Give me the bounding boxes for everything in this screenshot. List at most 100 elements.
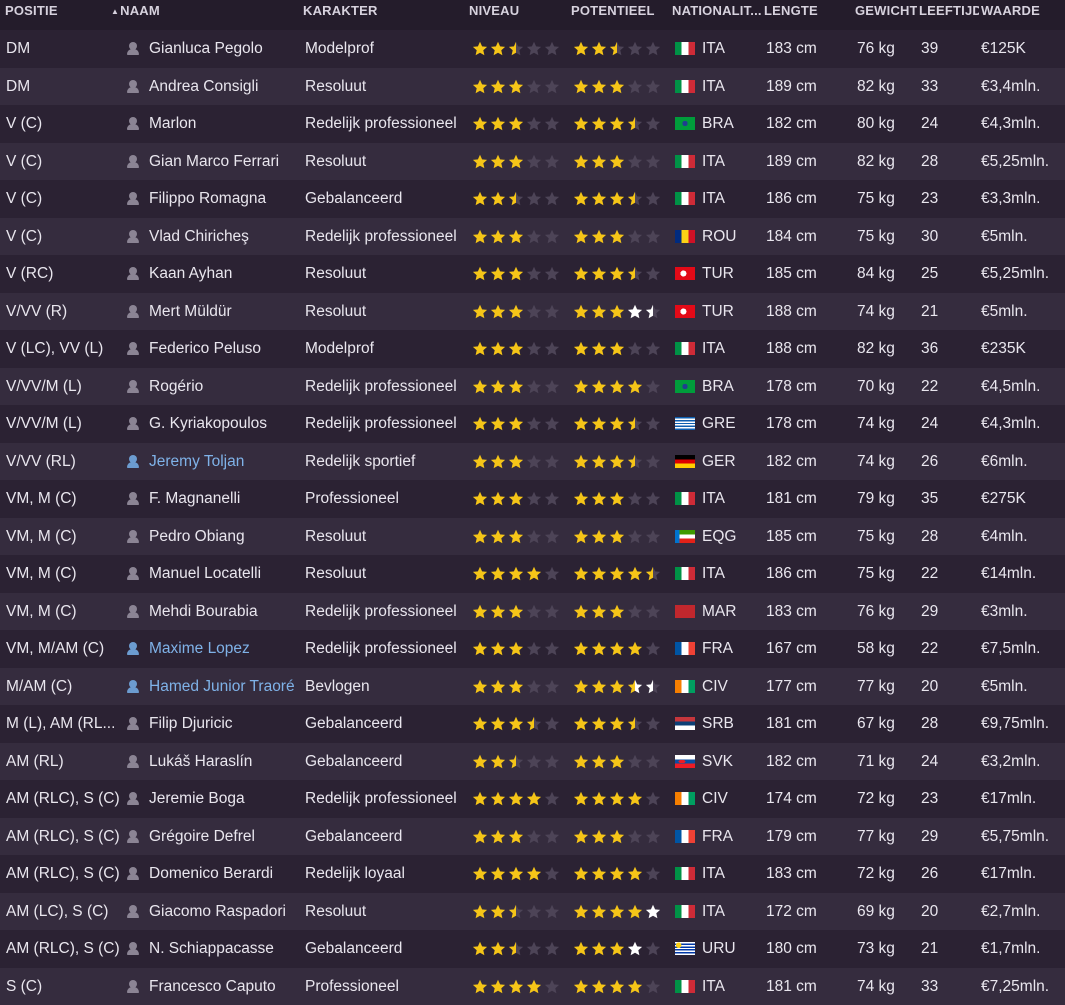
- star-icon: [574, 342, 588, 356]
- player-position: V (C): [6, 180, 121, 218]
- table-row[interactable]: V (C)MarlonRedelijk professioneelBRA182 …: [0, 105, 1065, 143]
- player-weight: 75 kg: [857, 518, 917, 556]
- table-row[interactable]: V/VV (RL)Jeremy ToljanRedelijk sportiefG…: [0, 443, 1065, 481]
- player-name[interactable]: Jeremie Boga: [149, 780, 301, 818]
- star-icon: [628, 605, 642, 619]
- player-personality: Redelijk professioneel: [305, 780, 470, 818]
- star-icon: [509, 605, 523, 619]
- table-row[interactable]: VM, M (C)Manuel LocatelliResoluutITA186 …: [0, 555, 1065, 593]
- player-name[interactable]: Francesco Caputo: [149, 968, 301, 1005]
- potential-rating: [573, 143, 668, 181]
- player-avatar-cell: [127, 555, 141, 593]
- potential-rating: [573, 368, 668, 406]
- player-name[interactable]: Gian Marco Ferrari: [149, 143, 301, 181]
- player-height: 188 cm: [766, 293, 846, 331]
- player-name[interactable]: Gianluca Pegolo: [149, 30, 301, 68]
- table-row[interactable]: V (RC)Kaan AyhanResoluutTUR185 cm84 kg25…: [0, 255, 1065, 293]
- flag-cell: [675, 555, 697, 593]
- column-header-position[interactable]: POSITIE: [5, 0, 110, 30]
- star-icon: [646, 605, 660, 619]
- column-header-name[interactable]: ▲NAAM: [111, 0, 291, 30]
- player-name[interactable]: Grégoire Defrel: [149, 818, 301, 856]
- player-name[interactable]: N. Schiappacasse: [149, 930, 301, 968]
- player-name[interactable]: Filippo Romagna: [149, 180, 301, 218]
- table-row[interactable]: V (LC), VV (L)Federico PelusoModelprofIT…: [0, 330, 1065, 368]
- player-age: 35: [921, 480, 961, 518]
- player-name[interactable]: Jeremy Toljan: [149, 443, 301, 481]
- star-icon: [646, 492, 660, 506]
- player-nationality: TUR: [702, 293, 757, 331]
- table-row[interactable]: AM (LC), S (C)Giacomo RaspadoriResoluutI…: [0, 893, 1065, 931]
- player-name[interactable]: Domenico Berardi: [149, 855, 301, 893]
- player-name[interactable]: Rogério: [149, 368, 301, 406]
- column-header-weight[interactable]: GEWICHT: [855, 0, 917, 30]
- person-icon: [127, 80, 139, 93]
- player-name[interactable]: Marlon: [149, 105, 301, 143]
- player-name[interactable]: Giacomo Raspadori: [149, 893, 301, 931]
- table-row[interactable]: M/AM (C)Hamed Junior TraoréBevlogenCIV17…: [0, 668, 1065, 706]
- star-icon: [646, 642, 660, 656]
- table-row[interactable]: VM, M (C)Pedro ObiangResoluutEQG185 cm75…: [0, 518, 1065, 556]
- table-row[interactable]: S (C)Francesco CaputoProfessioneelITA181…: [0, 968, 1065, 1005]
- star-icon: [574, 792, 588, 806]
- table-row[interactable]: AM (RLC), S (C)N. SchiappacasseGebalance…: [0, 930, 1065, 968]
- player-name[interactable]: Mert Müldür: [149, 293, 301, 331]
- star-icon: [509, 305, 523, 319]
- potential-rating: [573, 555, 668, 593]
- table-row[interactable]: AM (RLC), S (C)Grégoire DefrelGebalancee…: [0, 818, 1065, 856]
- player-name[interactable]: Manuel Locatelli: [149, 555, 301, 593]
- star-icon: [473, 980, 487, 994]
- player-name[interactable]: Hamed Junior Traoré: [149, 668, 301, 706]
- star-icon: [592, 380, 606, 394]
- column-header-height[interactable]: LENGTE: [764, 0, 849, 30]
- star-rating-icon: [573, 228, 665, 245]
- player-name[interactable]: G. Kyriakopoulos: [149, 405, 301, 443]
- table-row[interactable]: V/VV/M (L)G. KyriakopoulosRedelijk profe…: [0, 405, 1065, 443]
- table-row[interactable]: V/VV/M (L)RogérioRedelijk professioneelB…: [0, 368, 1065, 406]
- column-header-personality[interactable]: KARAKTER: [303, 0, 463, 30]
- star-icon: [509, 830, 523, 844]
- player-value: €5mln.: [981, 218, 1065, 256]
- player-name[interactable]: Vlad Chiricheş: [149, 218, 301, 256]
- potential-rating: [573, 968, 668, 1005]
- player-name[interactable]: Maxime Lopez: [149, 630, 301, 668]
- table-row[interactable]: V/VV (R)Mert MüldürResoluutTUR188 cm74 k…: [0, 293, 1065, 331]
- potential-rating: [573, 743, 668, 781]
- table-row[interactable]: M (L), AM (RL...Filip DjuricicGebalancee…: [0, 705, 1065, 743]
- potential-rating: [573, 30, 668, 68]
- table-row[interactable]: VM, M (C)F. MagnanelliProfessioneelITA18…: [0, 480, 1065, 518]
- player-name[interactable]: Andrea Consigli: [149, 68, 301, 106]
- column-header-potential[interactable]: POTENTIEEL: [571, 0, 669, 30]
- star-rating-icon: [472, 303, 564, 320]
- player-name[interactable]: Mehdi Bourabia: [149, 593, 301, 631]
- player-name[interactable]: Lukáš Haraslín: [149, 743, 301, 781]
- player-name[interactable]: F. Magnanelli: [149, 480, 301, 518]
- table-row[interactable]: DMAndrea ConsigliResoluutITA189 cm82 kg3…: [0, 68, 1065, 106]
- ability-rating: [472, 368, 567, 406]
- flag-ita-icon: [675, 342, 695, 355]
- table-row[interactable]: V (C)Vlad ChiricheşRedelijk professionee…: [0, 218, 1065, 256]
- column-header-age[interactable]: LEEFTIJD: [919, 0, 979, 30]
- player-weight: 80 kg: [857, 105, 917, 143]
- table-row[interactable]: V (C)Filippo RomagnaGebalanceerdITA186 c…: [0, 180, 1065, 218]
- star-icon: [491, 792, 505, 806]
- column-header-nationality[interactable]: NATIONALIT...: [672, 0, 762, 30]
- player-name[interactable]: Kaan Ayhan: [149, 255, 301, 293]
- table-row[interactable]: AM (RLC), S (C)Jeremie BogaRedelijk prof…: [0, 780, 1065, 818]
- table-row[interactable]: V (C)Gian Marco FerrariResoluutITA189 cm…: [0, 143, 1065, 181]
- table-row[interactable]: AM (RL)Lukáš HaraslínGebalanceerdSVK182 …: [0, 743, 1065, 781]
- player-name[interactable]: Pedro Obiang: [149, 518, 301, 556]
- table-row[interactable]: AM (RLC), S (C)Domenico BerardiRedelijk …: [0, 855, 1065, 893]
- star-icon: [592, 792, 606, 806]
- table-row[interactable]: DMGianluca PegoloModelprofITA183 cm76 kg…: [0, 30, 1065, 68]
- table-row[interactable]: VM, M/AM (C)Maxime LopezRedelijk profess…: [0, 630, 1065, 668]
- player-name[interactable]: Federico Peluso: [149, 330, 301, 368]
- player-age: 30: [921, 218, 961, 256]
- player-name[interactable]: Filip Djuricic: [149, 705, 301, 743]
- player-personality: Resoluut: [305, 555, 470, 593]
- column-header-value[interactable]: WAARDE: [981, 0, 1061, 30]
- person-icon: [127, 905, 139, 918]
- player-weight: 74 kg: [857, 405, 917, 443]
- table-row[interactable]: VM, M (C)Mehdi BourabiaRedelijk professi…: [0, 593, 1065, 631]
- column-header-ability[interactable]: NIVEAU: [469, 0, 564, 30]
